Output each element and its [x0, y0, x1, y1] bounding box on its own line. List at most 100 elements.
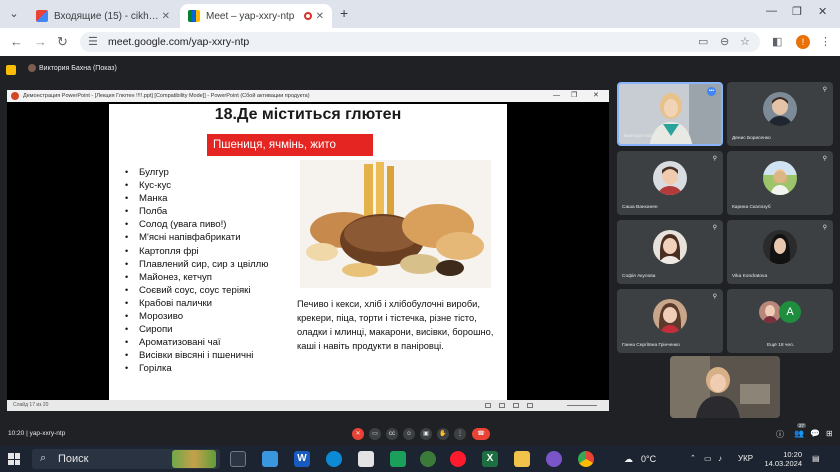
participant-name: Софія Акулова	[622, 274, 656, 279]
new-tab-button[interactable]: +	[340, 5, 348, 21]
app-icon[interactable]	[420, 451, 436, 467]
file-explorer-icon[interactable]	[514, 451, 530, 467]
notifications-icon[interactable]: ▤	[812, 454, 820, 463]
close-window-icon[interactable]: ✕	[818, 5, 827, 18]
tab-search-icon[interactable]: ⌄	[6, 6, 22, 22]
slide-paragraph: Печиво і кекси, хліб і хлібобулочні виро…	[297, 299, 494, 351]
mail-icon[interactable]	[262, 451, 278, 467]
close-tab-icon[interactable]: ✕	[162, 11, 170, 22]
opera-icon[interactable]	[450, 451, 466, 467]
site-info-icon[interactable]: ☰	[88, 35, 98, 48]
bookmark-star-icon[interactable]: ☆	[740, 35, 750, 48]
search-icon: ⌕	[40, 452, 47, 464]
clock-date: 14.03.2024	[764, 459, 802, 468]
presenting-icon	[6, 65, 16, 75]
present-button[interactable]: ▣	[420, 428, 432, 440]
minimize-icon[interactable]: —	[766, 5, 777, 17]
raise-hand-button[interactable]: ✋	[437, 428, 449, 440]
weather-icon[interactable]: ☁	[624, 454, 633, 465]
mic-muted-icon: ⚲	[712, 156, 717, 162]
list-item: Плавлений сир, сир з цвіллю	[125, 258, 268, 271]
avatar	[653, 299, 687, 333]
app-icon[interactable]	[390, 451, 406, 467]
keyboard-language[interactable]: УКР	[738, 454, 753, 463]
list-item: М'ясні напівфабрикати	[125, 231, 268, 244]
shared-screen: Демонстрация PowerPoint - [Лекция Глютен…	[7, 90, 609, 411]
participant-tile[interactable]: ⚲ Карина Скалозуб	[727, 151, 833, 215]
emoji-button[interactable]: ☺	[403, 428, 415, 440]
volume-icon[interactable]: ♪	[718, 454, 722, 463]
camera-button[interactable]: ▭	[369, 428, 381, 440]
windows-taskbar: ⌕ Поиск W X ☁ 0°C ⌃ ▭ ♪ УКР 10:20 14.03.…	[0, 446, 840, 472]
tab-meet[interactable]: Meet – yap-xxry-ntp ✕	[180, 4, 332, 28]
captions-button[interactable]: cc	[386, 428, 398, 440]
close-icon: ✕	[593, 92, 599, 99]
powerpoint-icon	[11, 92, 19, 100]
leave-call-button[interactable]: ☎	[472, 428, 490, 440]
avatar	[763, 92, 797, 126]
forward-icon[interactable]: →	[34, 34, 47, 49]
taskbar-search[interactable]: ⌕ Поиск	[32, 449, 220, 469]
windows-start-icon[interactable]	[8, 453, 20, 465]
list-item: Горілка	[125, 362, 268, 375]
tray-chevron-icon[interactable]: ⌃	[690, 454, 696, 462]
powerpoint-statusbar: Слайд 17 из 20	[7, 400, 609, 411]
viber-icon[interactable]	[546, 451, 562, 467]
mic-off-button[interactable]: ✕	[352, 428, 364, 440]
participant-tile[interactable]: ⚲ Денис Борисенко	[727, 82, 833, 146]
powerpoint-titlebar: Демонстрация PowerPoint - [Лекция Глютен…	[7, 90, 609, 102]
list-item: Сиропи	[125, 323, 268, 336]
participant-tile[interactable]: ⚲ Софія Акулова	[617, 220, 723, 284]
avatar	[763, 161, 797, 195]
participant-tile[interactable]: ⚲ Vika Kondratova	[727, 220, 833, 284]
activities-icon[interactable]: ⊞	[826, 429, 833, 438]
more-options-icon[interactable]: •••	[707, 87, 716, 96]
participant-tile[interactable]: ⚲ Саша Ванханен	[617, 151, 723, 215]
menu-icon[interactable]: ⋮	[820, 35, 831, 48]
participant-name: Виктория Бахна	[624, 134, 660, 139]
list-item: Кус-кус	[125, 179, 268, 192]
participant-name: Денис Борисенко	[732, 136, 771, 141]
slide-title: 18.Де міститься глютен	[214, 106, 402, 123]
slide-sorter-icon	[499, 403, 505, 408]
taskbar-clock[interactable]: 10:20 14.03.2024	[762, 450, 802, 468]
restore-icon[interactable]: ❐	[792, 5, 802, 18]
meeting-time-code: 10:20 | yap-xxry-ntp	[8, 430, 66, 437]
normal-view-icon	[485, 403, 491, 408]
excel-icon[interactable]: X	[482, 451, 498, 467]
reload-icon[interactable]: ↻	[57, 34, 68, 50]
more-options-button[interactable]: ⋮	[454, 428, 466, 440]
chat-icon[interactable]: 💬	[810, 429, 820, 438]
back-icon[interactable]: ←	[10, 34, 23, 49]
zoom-icon[interactable]: ⊖	[720, 35, 729, 48]
participant-name: Карина Скалозуб	[732, 205, 771, 210]
task-view-icon[interactable]	[230, 451, 246, 467]
store-icon[interactable]	[358, 451, 374, 467]
list-item: Манка	[125, 192, 268, 205]
camera-icon[interactable]: ▭	[698, 35, 708, 48]
list-item: Ароматизовані чаї	[125, 336, 268, 349]
profile-avatar[interactable]: !	[796, 35, 810, 49]
side-panel-icon[interactable]: ◧	[772, 35, 782, 48]
meet-controls: 10:20 | yap-xxry-ntp ✕ ▭ cc ☺ ▣ ✋ ⋮ ☎ ⓘ …	[0, 423, 840, 445]
participant-tile-more[interactable]: A Ещё 18 чел.	[727, 289, 833, 353]
self-view[interactable]	[670, 356, 780, 418]
browser-toolbar: ← → ↻ ☰ meet.google.com/yap-xxry-ntp ▭ ⊖…	[0, 28, 840, 56]
chrome-icon[interactable]	[578, 451, 594, 467]
participant-tile[interactable]: ⚲ Ганна Сергіївна Грінченко	[617, 289, 723, 353]
participant-tile[interactable]: ••• Виктория Бахна	[617, 82, 723, 146]
avatar	[759, 301, 781, 323]
self-video	[670, 356, 780, 418]
network-icon[interactable]: ▭	[704, 454, 712, 463]
word-icon[interactable]: W	[294, 451, 310, 467]
tab-gmail[interactable]: Входящие (15) - cikhanovskaja ✕	[28, 4, 178, 28]
weather-temp: 0°C	[641, 454, 657, 464]
clock-time: 10:20	[783, 450, 802, 459]
address-bar[interactable]: ☰ meet.google.com/yap-xxry-ntp	[80, 32, 760, 52]
list-item: Булгур	[125, 166, 268, 179]
search-highlight-image	[172, 450, 216, 468]
edge-icon[interactable]	[326, 451, 342, 467]
info-icon[interactable]: ⓘ	[776, 429, 784, 440]
people-icon[interactable]: 👥	[794, 429, 804, 438]
close-tab-icon[interactable]: ✕	[316, 11, 324, 22]
